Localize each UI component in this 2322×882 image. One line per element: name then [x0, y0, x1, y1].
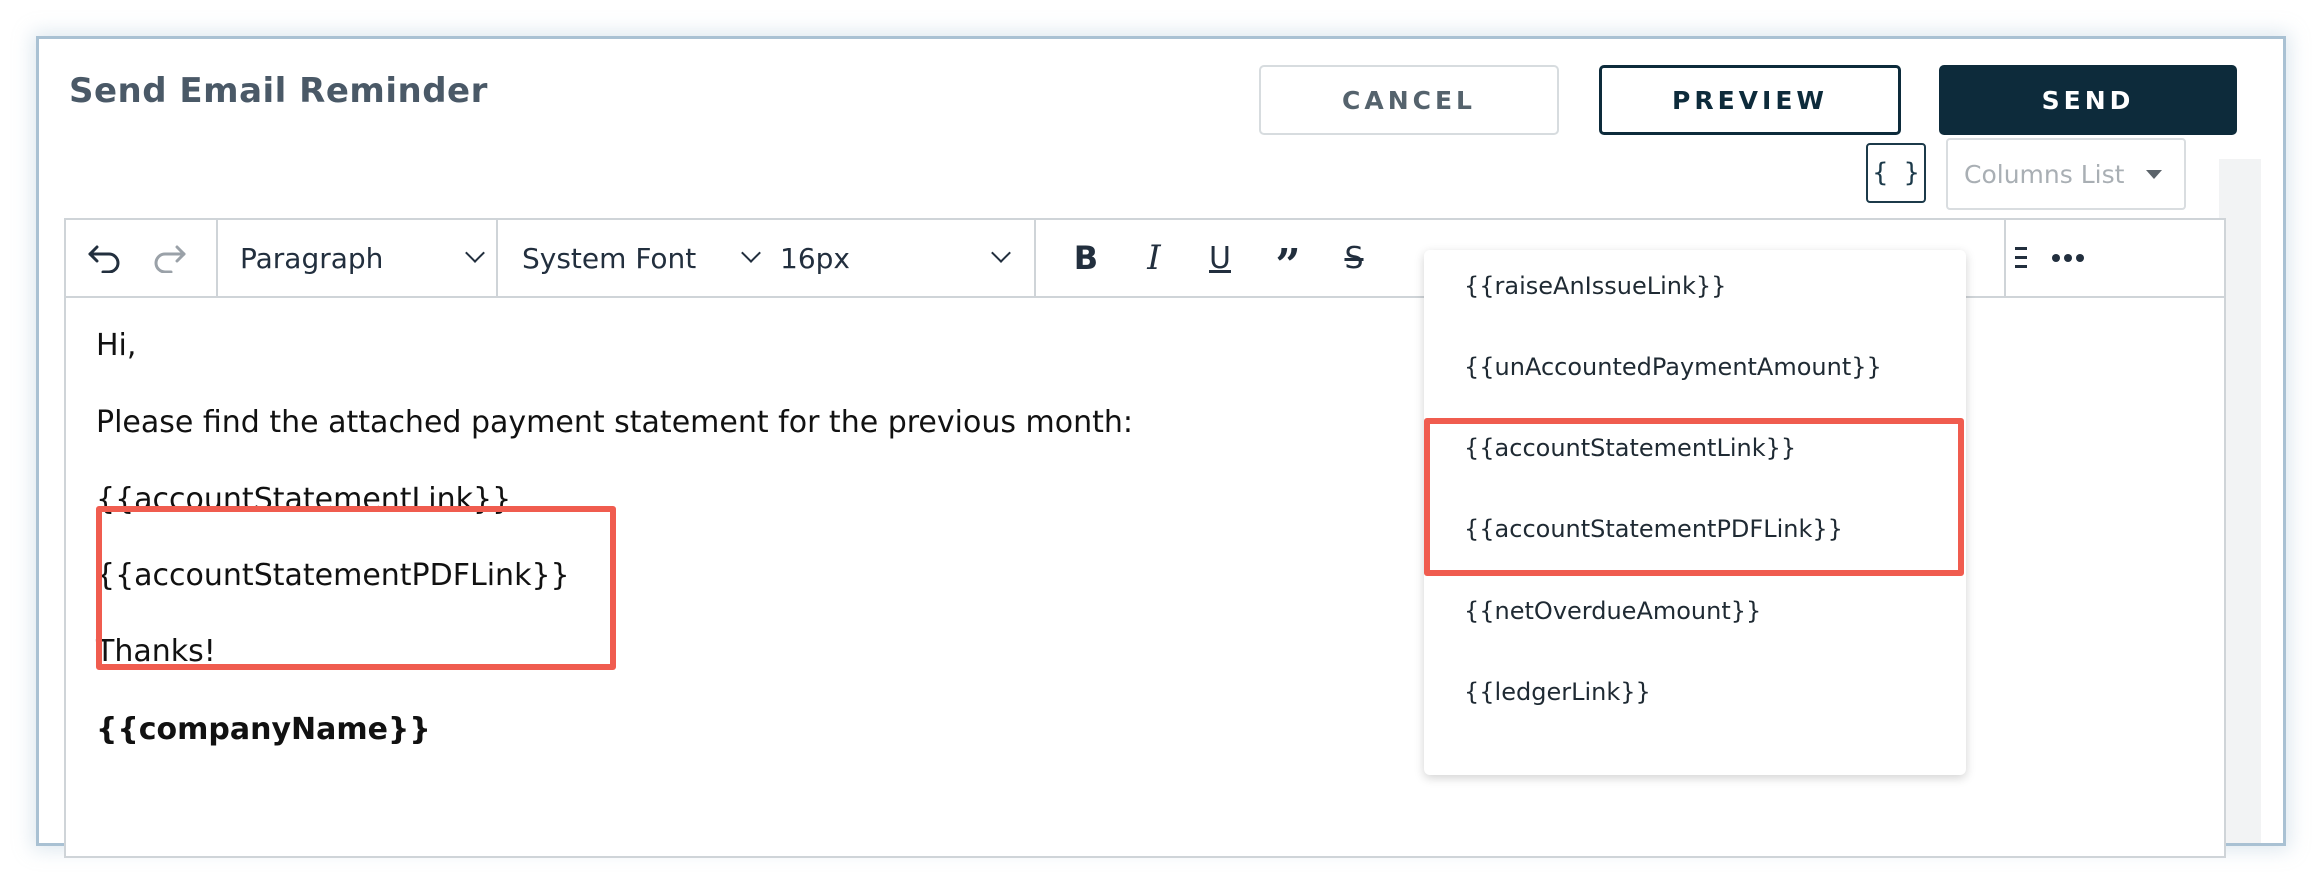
chevron-down-icon	[465, 243, 485, 263]
bold-icon[interactable]: B	[1066, 238, 1106, 278]
toolbar-divider	[2004, 220, 2006, 296]
preview-button[interactable]: PREVIEW	[1599, 65, 1901, 135]
columns-list-placeholder: Columns List	[1964, 159, 2125, 189]
list-icon[interactable]	[2010, 238, 2030, 278]
chevron-down-icon	[741, 243, 761, 263]
italic-icon[interactable]: I	[1134, 238, 1174, 278]
font-family-value: System Font	[522, 241, 697, 275]
editor-paragraph: Thanks!	[96, 634, 216, 669]
toolbar-divider	[1034, 220, 1036, 296]
columns-list-select[interactable]: Columns List	[1946, 138, 2186, 210]
caret-down-icon	[2146, 170, 2162, 179]
editor-paragraph: {{accountStatementLink}}	[96, 482, 512, 517]
font-size-select[interactable]: 16px	[780, 238, 1020, 278]
dropdown-item-account-statement-pdf-link[interactable]: {{accountStatementPDFLink}}	[1464, 515, 1843, 543]
blockquote-icon[interactable]: ”	[1268, 238, 1308, 291]
dropdown-item-net-overdue-amount[interactable]: {{netOverdueAmount}}	[1464, 597, 1761, 625]
dialog-title: Send Email Reminder	[69, 71, 488, 111]
cancel-button[interactable]: CANCEL	[1259, 65, 1559, 135]
toolbar-divider	[216, 220, 218, 296]
editor-paragraph: Please find the attached payment stateme…	[96, 405, 1133, 440]
editor-paragraph-bold: {{companyName}}	[96, 712, 431, 747]
dropdown-item-raise-an-issue-link[interactable]: {{raiseAnIssueLink}}	[1464, 272, 1726, 300]
undo-icon[interactable]	[84, 238, 124, 278]
underline-icon[interactable]: U	[1200, 238, 1240, 278]
block-format-value: Paragraph	[240, 241, 384, 275]
send-button[interactable]: SEND	[1939, 65, 2237, 135]
insert-variable-button[interactable]: { }	[1866, 143, 1926, 203]
variables-dropdown: {{raiseAnIssueLink}} {{unAccountedPaymen…	[1424, 250, 1966, 775]
editor-paragraph: Hi,	[96, 328, 137, 363]
redo-icon[interactable]	[150, 238, 190, 278]
font-size-value: 16px	[780, 241, 850, 275]
dropdown-item-account-statement-link[interactable]: {{accountStatementLink}}	[1464, 434, 1796, 462]
editor-paragraph: {{accountStatementPDFLink}}	[96, 558, 570, 593]
block-format-select[interactable]: Paragraph	[240, 238, 490, 278]
toolbar-divider	[496, 220, 498, 296]
dropdown-item-ledger-link[interactable]: {{ledgerLink}}	[1464, 678, 1651, 706]
dropdown-item-unaccounted-payment-amount[interactable]: {{unAccountedPaymentAmount}}	[1464, 353, 1882, 381]
font-family-select[interactable]: System Font	[522, 238, 762, 278]
strikethrough-icon[interactable]: S	[1334, 238, 1374, 278]
more-icon[interactable]	[2048, 238, 2088, 278]
chevron-down-icon	[991, 243, 1011, 263]
